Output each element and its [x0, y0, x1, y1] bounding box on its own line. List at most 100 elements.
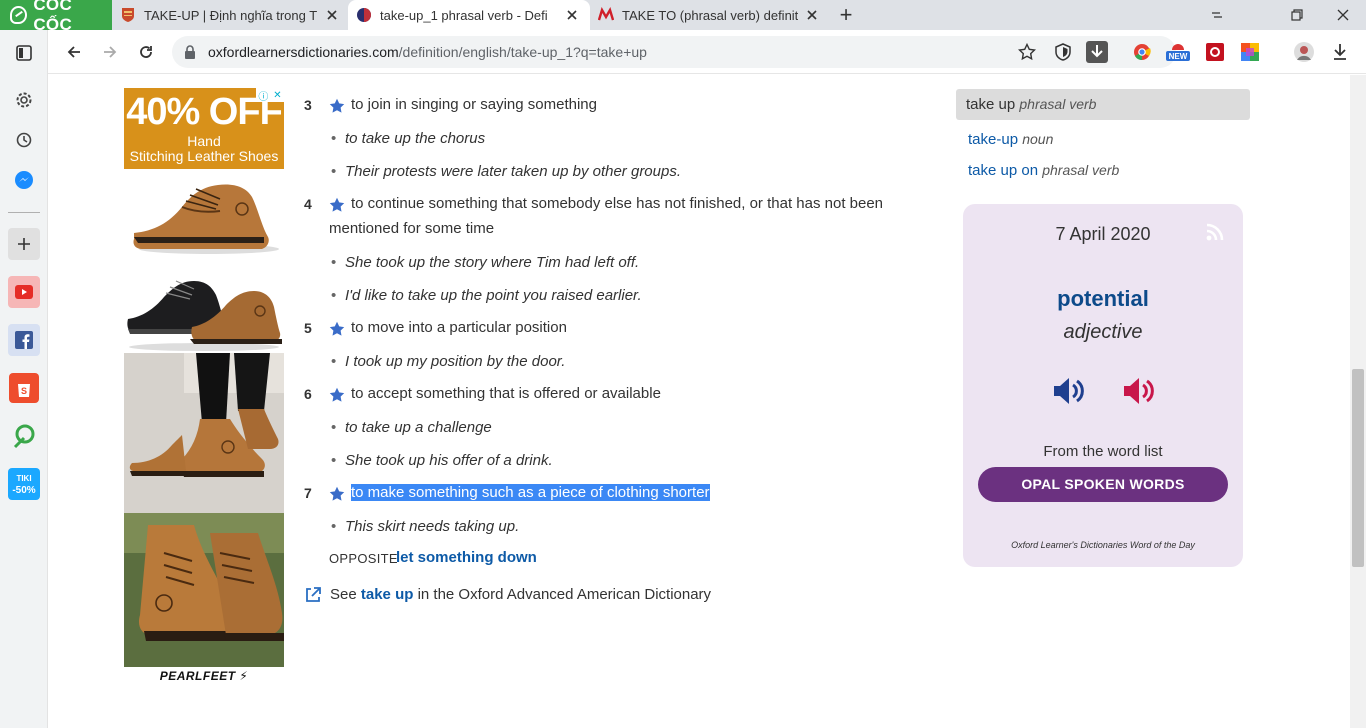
ad-brand-label: PEARLFEET ⚡	[124, 669, 284, 683]
rss-icon[interactable]	[1205, 222, 1225, 242]
extension-new-button[interactable]: NEW	[1164, 38, 1192, 66]
extension-red-button[interactable]	[1201, 38, 1229, 66]
gear-icon	[16, 92, 32, 108]
bullet: •	[331, 419, 337, 436]
example-sentence: • to take up a challenge	[331, 418, 492, 436]
ad-brand-text: PEARLFEET	[159, 669, 236, 683]
close-tab-icon[interactable]	[804, 7, 820, 23]
opal-spoken-words-button[interactable]: OPAL SPOKEN WORDS	[978, 467, 1228, 502]
sidebar-divider	[8, 212, 40, 213]
sense-definition-continued: mentioned for some time	[329, 216, 494, 241]
forward-button[interactable]	[96, 38, 124, 66]
shield-icon[interactable]	[1054, 43, 1072, 61]
close-tab-icon[interactable]	[564, 7, 580, 23]
download-icon	[1334, 44, 1346, 60]
url-host: oxfordlearnersdictionaries.com	[208, 44, 399, 60]
close-ad-icon: ✕	[273, 89, 282, 101]
bullet: •	[331, 130, 337, 147]
minimize-button[interactable]	[1194, 0, 1240, 30]
facebook-app-button[interactable]	[8, 324, 40, 356]
youtube-app-button[interactable]	[8, 276, 40, 308]
british-pronunciation-speaker-icon[interactable]	[1051, 374, 1085, 408]
coccoc-menu-button[interactable]: CỐC CỐC	[0, 0, 112, 34]
external-link-icon	[306, 587, 321, 602]
ad-product-image-closeup-shoes[interactable]	[124, 513, 284, 667]
scrollbar-thumb[interactable]	[1352, 369, 1364, 567]
clipped-previous-line: ·	[408, 75, 413, 78]
advertisement-banner[interactable]: ⓘ ✕ 40% OFF Hand Stitching Leather Shoes	[124, 88, 284, 169]
extension-colorful-button[interactable]	[1236, 38, 1264, 66]
shopee-app-button[interactable]: S	[8, 372, 40, 404]
palette-grid-icon	[1241, 43, 1259, 61]
restore-icon	[1291, 9, 1303, 21]
example-sentence: • I took up my position by the door.	[331, 352, 565, 370]
coccoc-leaf-app-button[interactable]	[8, 420, 40, 452]
close-window-button[interactable]	[1320, 0, 1366, 30]
red-tool-icon	[1206, 43, 1224, 61]
sense-definition: to move into a particular position	[329, 315, 567, 340]
coccoc-logo-icon	[10, 6, 28, 24]
adchoices-badge[interactable]: ⓘ ✕	[256, 88, 284, 103]
tab-oxford-take-up[interactable]: take-up_1 phrasal verb - Defi	[348, 0, 590, 30]
ad-product-image-pair-shoes[interactable]	[124, 257, 284, 353]
example-sentence: • She took up his offer of a drink.	[331, 451, 553, 469]
restore-button[interactable]	[1274, 0, 1320, 30]
back-button[interactable]	[60, 38, 88, 66]
new-tab-button[interactable]: +	[836, 4, 856, 26]
example-text: Their protests were later taken up by ot…	[345, 163, 682, 180]
example-text: She took up the story where Tim had left…	[345, 254, 640, 271]
minimize-icon	[1212, 12, 1222, 18]
profile-button[interactable]	[1290, 38, 1318, 66]
reload-button[interactable]	[132, 38, 160, 66]
tab-title: take-up_1 phrasal verb - Defi	[380, 7, 548, 23]
tab-strip: CỐC CỐC TAKE-UP | Định nghĩa trong T tak…	[0, 0, 1366, 34]
sidebar-toggle-button[interactable]	[8, 37, 40, 69]
shopee-icon: S	[9, 373, 39, 403]
bullet: •	[331, 353, 337, 370]
see-also-link[interactable]: take up	[361, 586, 414, 603]
bookmark-star-icon[interactable]	[1018, 43, 1036, 61]
close-tab-icon[interactable]	[324, 7, 340, 23]
wotd-from-label: From the word list	[1043, 443, 1163, 460]
youtube-icon	[15, 285, 33, 299]
definition-text: to move into a particular position	[351, 319, 567, 336]
tiki-icon: TIKI -50%	[8, 468, 40, 500]
address-bar[interactable]: oxfordlearnersdictionaries.com/definitio…	[172, 36, 1176, 68]
downloads-button[interactable]	[1326, 38, 1354, 66]
messenger-button[interactable]	[8, 164, 40, 196]
example-sentence: • This skirt needs taking up.	[331, 517, 519, 535]
settings-button[interactable]	[8, 84, 40, 116]
url-text: oxfordlearnersdictionaries.com/definitio…	[208, 44, 647, 60]
related-word: take up on	[968, 162, 1039, 179]
extension-chrome-button[interactable]	[1128, 38, 1156, 66]
related-word: take up	[966, 96, 1016, 113]
tab-take-to[interactable]: TAKE TO (phrasal verb) definit	[590, 0, 830, 30]
related-entry-selected[interactable]: take up phrasal verb	[956, 89, 1250, 120]
page-scrollbar[interactable]	[1350, 75, 1366, 728]
plus-icon	[18, 238, 30, 250]
opposite-link[interactable]: let something down	[396, 549, 537, 566]
sense-definition: to continue something that somebody else…	[329, 191, 883, 216]
tiki-app-button[interactable]: TIKI -50%	[8, 468, 40, 500]
history-icon	[16, 132, 32, 148]
wotd-word[interactable]: potential	[963, 286, 1243, 312]
svg-text:NEW: NEW	[1169, 52, 1188, 61]
browser-sidebar: S TIKI -50%	[0, 30, 48, 728]
history-button[interactable]	[8, 124, 40, 156]
example-sentence: • I'd like to take up the point you raise…	[331, 286, 642, 304]
download-page-icon[interactable]	[1086, 41, 1108, 63]
related-entry[interactable]: take-up noun	[968, 131, 1053, 148]
chromium-extension-icon	[1134, 44, 1151, 61]
example-text: to take up the chorus	[345, 130, 486, 147]
page-content: · ⓘ✕ 40% OFF Hand Stitching Leather Shoe…	[48, 75, 1350, 728]
tab-takeup-vietnamese[interactable]: TAKE-UP | Định nghĩa trong T	[112, 0, 350, 30]
wotd-footer: Oxford Learner's Dictionaries Word of th…	[1011, 540, 1195, 550]
example-text: I'd like to take up the point you raised…	[345, 287, 642, 304]
ad-product-image-brown-shoe[interactable]	[124, 171, 284, 257]
american-pronunciation-speaker-icon[interactable]	[1121, 374, 1155, 408]
add-sidebar-app-button[interactable]	[8, 228, 40, 260]
ad-product-image-worn-shoes[interactable]	[124, 353, 284, 513]
bullet: •	[331, 163, 337, 180]
related-entry[interactable]: take up on phrasal verb	[968, 162, 1119, 179]
selected-definition-text[interactable]: to make something such as a piece of clo…	[351, 484, 710, 501]
